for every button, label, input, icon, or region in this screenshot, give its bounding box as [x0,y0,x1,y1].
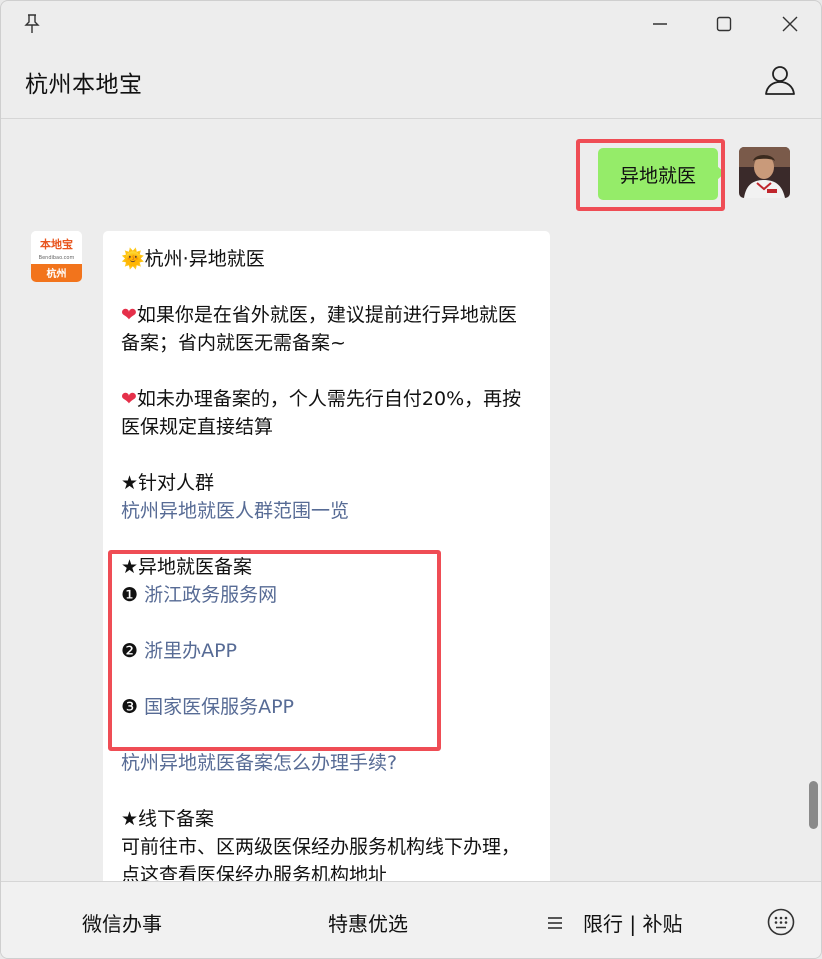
person-icon[interactable] [763,63,797,97]
scrollbar[interactable] [809,781,818,829]
highlight-box-user [576,139,725,211]
title-bar [1,1,821,47]
page-title: 杭州本地宝 [25,72,143,98]
menu-item-traffic-subsidy[interactable]: 限行 | 补贴 [547,908,682,937]
maximize-icon[interactable] [709,9,739,39]
link-people-scope[interactable]: 杭州异地就医人群范围一览 [121,497,532,525]
menu-item-wechat-services[interactable]: 微信办事 [82,908,162,937]
svg-text:本地宝: 本地宝 [40,237,73,251]
sun-icon: 🌞 [121,248,145,270]
bottom-menu: 微信办事 特惠优选 限行 | 补贴 [1,881,821,958]
chat-header: 杭州本地宝 [1,47,821,119]
chat-area[interactable]: 异地就医 本地宝 Bendibao.com 杭州 🌞杭州·异地就医 ❤如果你是在… [1,119,821,881]
section-offline-heading: ★线下备案 [121,808,215,830]
svg-text:杭州: 杭州 [47,267,67,280]
chat-window: 杭州本地宝 异地就医 本地宝 Bendibao.com 杭州 🌞杭州·异地就医 … [0,0,822,959]
section-people-heading: ★针对人群 [121,472,215,494]
keyboard-icon[interactable] [766,907,796,937]
bot-note-1: ❤如果你是在省外就医，建议提前进行异地就医备案；省内就医无需备案~ [121,304,517,354]
offline-text: 可前往市、区两级医保经办服务机构线下办理，点这查看医保经办服务机构地址 [121,836,521,881]
bot-headline: 🌞杭州·异地就医 [121,248,265,270]
heart-icon: ❤ [121,388,137,410]
user-avatar[interactable] [739,147,790,198]
pin-icon[interactable] [17,9,47,39]
bot-note-2: ❤如未办理备案的，个人需先行自付20%，再按医保规定直接结算 [121,388,522,438]
menu-icon [548,916,562,929]
svg-text:Bendibao.com: Bendibao.com [39,255,75,261]
bot-avatar[interactable]: 本地宝 Bendibao.com 杭州 [31,231,82,282]
link-filing-procedure[interactable]: 杭州异地就医备案怎么办理手续? [121,749,532,777]
close-icon[interactable] [775,9,805,39]
menu-item-deals[interactable]: 特惠优选 [328,908,408,937]
heart-icon: ❤ [121,304,137,326]
highlight-box-filing [108,550,441,751]
minimize-icon[interactable] [645,9,675,39]
